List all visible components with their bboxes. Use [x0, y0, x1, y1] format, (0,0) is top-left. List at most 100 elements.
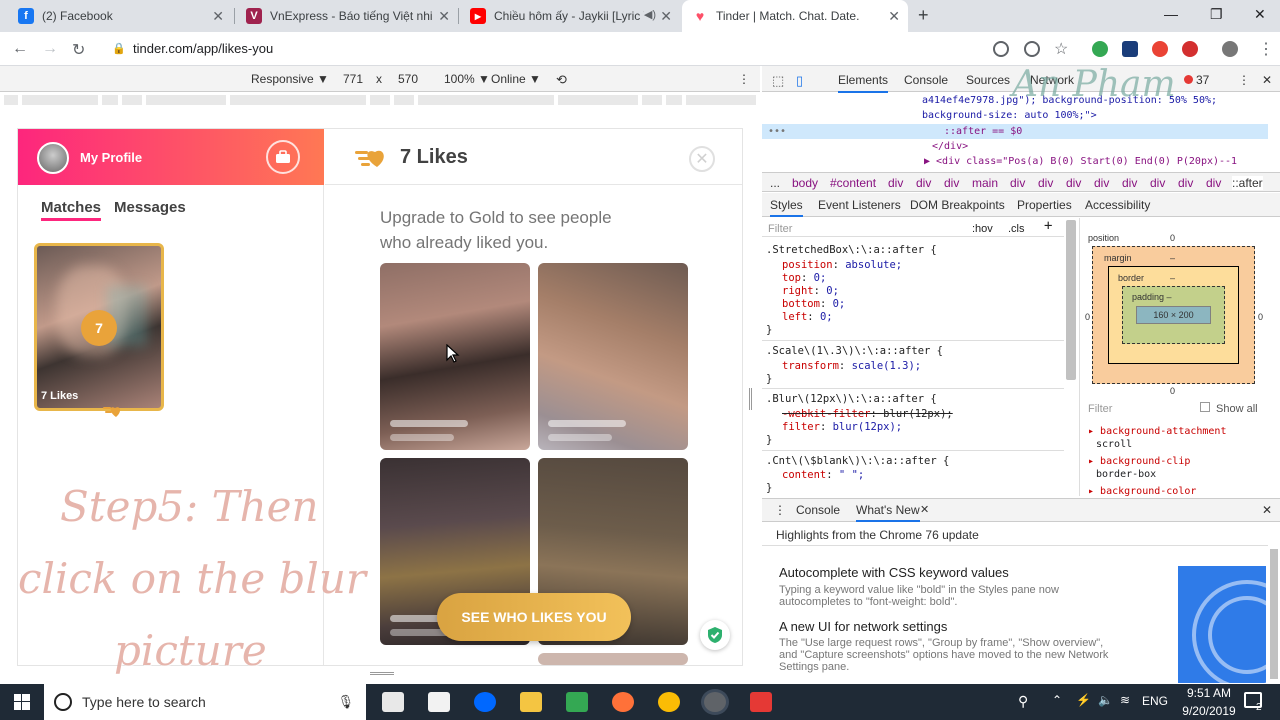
breadcrumb-item[interactable]: div	[916, 176, 931, 190]
device-mode-select[interactable]: Responsive ▼	[251, 72, 329, 86]
see-who-likes-you-button[interactable]: SEE WHO LIKES YOU	[437, 593, 631, 641]
app-green-icon[interactable]	[566, 692, 588, 712]
computed-filter-input[interactable]: Filter	[1088, 403, 1112, 415]
my-profile-label[interactable]: My Profile	[80, 150, 142, 165]
extension-red-icon[interactable]	[1152, 41, 1168, 57]
mute-icon[interactable]: ◀)	[644, 8, 656, 21]
css-property[interactable]: content: " ";	[782, 469, 864, 482]
tab-facebook[interactable]: f (2) Facebook ✕	[8, 0, 232, 32]
css-property[interactable]: top: 0;	[782, 272, 826, 285]
back-icon[interactable]: ←	[12, 40, 28, 58]
restore-icon[interactable]: ❐	[1210, 6, 1223, 23]
styles-filter-input[interactable]: Filter	[768, 223, 792, 236]
content-box[interactable]: 160 × 200	[1136, 306, 1211, 324]
computed-property[interactable]: ▸ background-color	[1088, 486, 1196, 497]
dom-line[interactable]: a414ef4e7978.jpg"); background-position:…	[922, 93, 1217, 108]
minimize-icon[interactable]: —	[1164, 6, 1178, 22]
microphone-icon[interactable]: 🎙	[337, 694, 354, 710]
devtools-menu-icon[interactable]: ⋮	[1238, 73, 1250, 87]
breadcrumb-item[interactable]: div	[1178, 176, 1193, 190]
location-icon[interactable]	[993, 41, 1009, 57]
css-property[interactable]: right: 0;	[782, 285, 839, 298]
likes-you-card[interactable]: 7 7 Likes	[34, 243, 164, 411]
recorder-icon[interactable]	[750, 692, 772, 712]
breadcrumb-item[interactable]: div	[1206, 176, 1221, 190]
breadcrumb-item[interactable]: div	[1150, 176, 1165, 190]
dom-line[interactable]: background-size: auto 100%;">	[922, 108, 1097, 123]
breadcrumb-item[interactable]: div	[1038, 176, 1053, 190]
network-icon[interactable]: ⚡	[1076, 693, 1091, 707]
resize-handle[interactable]	[749, 388, 752, 410]
zoom-select[interactable]: 100% ▼	[444, 72, 490, 86]
calculator-icon[interactable]	[382, 692, 404, 712]
extension-yab-icon[interactable]	[1182, 41, 1198, 57]
volume-icon[interactable]: 🔈	[1098, 693, 1113, 707]
close-tab-icon[interactable]: ✕	[920, 503, 929, 516]
breadcrumb-item[interactable]: body	[792, 176, 818, 190]
device-menu-icon[interactable]: ⋮	[738, 72, 750, 86]
rotate-icon[interactable]: ⟲	[556, 72, 567, 88]
tab-accessibility[interactable]: Accessibility	[1085, 198, 1150, 212]
scrollbar[interactable]	[1066, 220, 1076, 380]
tab-whats-new[interactable]: What's New	[856, 503, 920, 522]
menu-icon[interactable]: ⋮	[1258, 39, 1274, 59]
device-toggle-icon[interactable]: ▯	[796, 73, 803, 89]
blurred-profile-card[interactable]	[538, 263, 688, 450]
css-property[interactable]: position: absolute;	[782, 259, 902, 272]
clock[interactable]: 9:51 AM 9/20/2019	[1180, 686, 1238, 718]
computed-property[interactable]: ▸ background-clip	[1088, 456, 1190, 467]
css-selector[interactable]: .Blur\(12px\)\:\:a::after {	[766, 393, 937, 406]
avatar[interactable]	[37, 142, 69, 174]
breadcrumb-item[interactable]: #content	[830, 176, 876, 190]
scrollbar[interactable]	[1270, 549, 1278, 679]
new-rule-button[interactable]: +	[1044, 219, 1052, 233]
forward-icon[interactable]: →	[42, 40, 58, 58]
cls-toggle[interactable]: .cls	[1008, 223, 1025, 236]
resize-handle[interactable]	[370, 672, 394, 675]
shield-icon[interactable]	[700, 620, 730, 650]
css-property[interactable]: transform: scale(1.3);	[782, 360, 921, 373]
close-button[interactable]: ✕	[689, 146, 715, 172]
drawer-close-icon[interactable]: ✕	[1262, 503, 1272, 517]
breadcrumb-item[interactable]: div	[1094, 176, 1109, 190]
css-property[interactable]: left: 0;	[782, 311, 833, 324]
profile-header[interactable]: My Profile	[18, 129, 324, 185]
tab-event-listeners[interactable]: Event Listeners	[818, 198, 901, 212]
network-select[interactable]: Online ▼	[491, 72, 541, 86]
tab-drawer-console[interactable]: Console	[796, 503, 840, 517]
tab-dom-breakpoints[interactable]: DOM Breakpoints	[910, 198, 1005, 212]
error-count[interactable]: 37	[1184, 73, 1209, 87]
firefox-icon[interactable]	[612, 692, 634, 712]
css-property[interactable]: bottom: 0;	[782, 298, 845, 311]
tab-properties[interactable]: Properties	[1017, 198, 1072, 212]
tab-styles[interactable]: Styles	[770, 198, 803, 217]
breadcrumb-item[interactable]: div	[944, 176, 959, 190]
inspect-icon[interactable]: ⬚	[772, 73, 784, 89]
chrome-active-icon[interactable]	[704, 692, 726, 712]
tab-messages[interactable]: Messages	[114, 199, 186, 216]
profile-avatar-icon[interactable]	[1222, 41, 1238, 57]
devtools-close-icon[interactable]: ✕	[1262, 73, 1272, 87]
css-selector[interactable]: .Scale\(1\.3\)\:\:a::after {	[766, 345, 943, 358]
extension-blue-icon[interactable]	[1122, 41, 1138, 57]
chrome-icon[interactable]	[658, 692, 680, 712]
dom-line-selected[interactable]: ::after == $0	[944, 124, 1022, 139]
css-selector[interactable]: .StretchedBox\:\:a::after {	[766, 244, 937, 257]
blurred-profile-card[interactable]	[538, 653, 688, 665]
extension-green-icon[interactable]	[1092, 41, 1108, 57]
breadcrumb-item[interactable]: main	[972, 176, 998, 190]
star-icon[interactable]: ☆	[1054, 39, 1068, 59]
zalo-icon[interactable]	[474, 692, 496, 712]
height-input[interactable]: 570	[398, 72, 418, 86]
css-property-overridden[interactable]: -webkit-filter: blur(12px);	[782, 408, 953, 421]
new-tab-icon[interactable]: +	[918, 5, 929, 26]
breadcrumb-item[interactable]: ::after	[1232, 176, 1263, 190]
tab-youtube[interactable]: ▶ Chiều hôm ấy - Jaykii [Lyric V ◀) ✕	[460, 0, 680, 32]
file-explorer-icon[interactable]	[520, 692, 542, 712]
breadcrumb-item[interactable]: div	[1122, 176, 1137, 190]
tab-elements[interactable]: Elements	[838, 73, 889, 93]
tab-vnexpress[interactable]: V VnExpress - Báo tiếng Việt nhiều ✕	[236, 0, 458, 32]
dom-line[interactable]: ▶ <div class="Pos(a) B(0) Start(0) End(0…	[924, 154, 1237, 169]
css-property[interactable]: filter: blur(12px);	[782, 421, 902, 434]
computed-property[interactable]: ▸ background-attachment	[1088, 426, 1226, 437]
